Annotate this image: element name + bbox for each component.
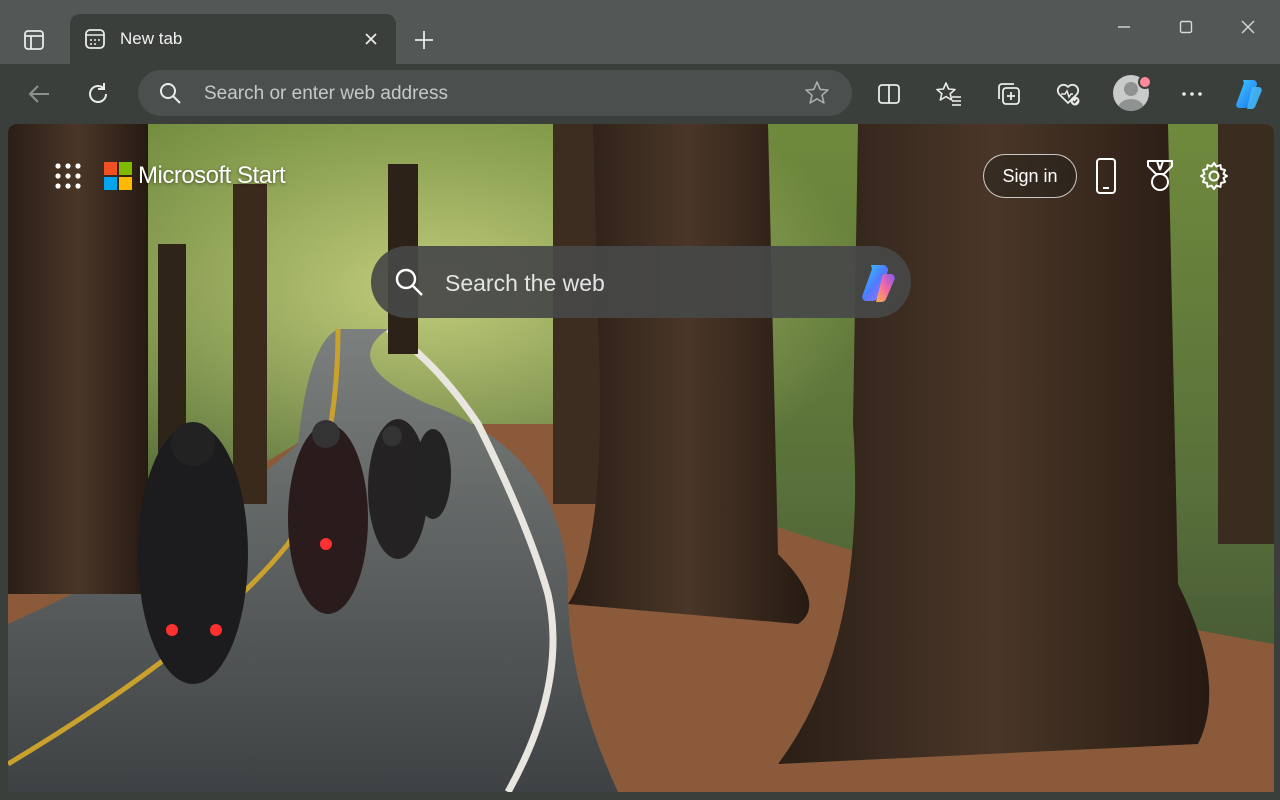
back-arrow-icon bbox=[28, 85, 49, 103]
favorites-icon bbox=[936, 82, 961, 106]
maximize-icon bbox=[1179, 20, 1193, 34]
close-window-icon bbox=[1241, 20, 1255, 34]
collections-icon bbox=[998, 83, 1020, 105]
more-icon bbox=[1182, 92, 1202, 96]
title-bar: New tab bbox=[0, 0, 1280, 64]
profile-notification-dot bbox=[1138, 75, 1152, 89]
web-search-box[interactable] bbox=[371, 246, 911, 320]
new-tab-button[interactable] bbox=[408, 24, 440, 56]
split-screen-icon bbox=[878, 84, 900, 104]
collections-button[interactable] bbox=[991, 76, 1027, 112]
favorites-button[interactable] bbox=[931, 76, 967, 112]
close-window-button[interactable] bbox=[1225, 10, 1271, 44]
background-photo bbox=[8, 124, 1274, 792]
rewards-button[interactable] bbox=[1142, 156, 1178, 196]
refresh-icon bbox=[89, 83, 107, 103]
browser-essentials-button[interactable] bbox=[1050, 76, 1086, 112]
workspaces-button[interactable] bbox=[14, 20, 54, 60]
tab-new-tab[interactable]: New tab bbox=[70, 14, 396, 64]
copilot-icon bbox=[1236, 80, 1262, 110]
star-icon[interactable] bbox=[804, 80, 830, 106]
apps-grid-icon[interactable] bbox=[52, 160, 84, 192]
copilot-button[interactable] bbox=[1230, 76, 1266, 112]
split-screen-button[interactable] bbox=[871, 76, 907, 112]
navigation-toolbar bbox=[0, 64, 1280, 124]
window-bottom-edge bbox=[0, 792, 1280, 800]
address-input[interactable] bbox=[202, 70, 786, 118]
web-search-input[interactable] bbox=[443, 246, 847, 320]
rewards-icon bbox=[1147, 160, 1173, 191]
tab-title: New tab bbox=[120, 29, 183, 48]
newtab-page-icon bbox=[85, 29, 105, 49]
minimize-button[interactable] bbox=[1101, 10, 1147, 44]
new-tab-page: Microsoft Start Sign in bbox=[8, 124, 1274, 792]
tab-close-button[interactable] bbox=[360, 28, 382, 50]
plus-icon bbox=[415, 31, 433, 49]
refresh-button[interactable] bbox=[80, 76, 116, 112]
sign-in-button[interactable]: Sign in bbox=[983, 154, 1077, 198]
more-button[interactable] bbox=[1174, 76, 1210, 112]
copilot-icon[interactable] bbox=[857, 262, 899, 304]
microsoft-logo bbox=[104, 162, 132, 190]
maximize-button[interactable] bbox=[1163, 10, 1209, 44]
minimize-icon bbox=[1118, 26, 1130, 28]
workspaces-icon bbox=[24, 30, 44, 50]
settings-button[interactable] bbox=[1196, 156, 1232, 196]
phone-button[interactable] bbox=[1088, 156, 1124, 196]
browser-essentials-icon bbox=[1056, 83, 1080, 106]
phone-icon bbox=[1096, 158, 1116, 194]
brand-name[interactable]: Microsoft Start bbox=[138, 162, 286, 190]
close-icon bbox=[365, 33, 377, 45]
search-icon bbox=[395, 268, 423, 296]
search-icon bbox=[160, 83, 181, 104]
gear-icon bbox=[1200, 162, 1228, 190]
address-bar[interactable] bbox=[138, 70, 852, 118]
back-button[interactable] bbox=[21, 76, 57, 112]
